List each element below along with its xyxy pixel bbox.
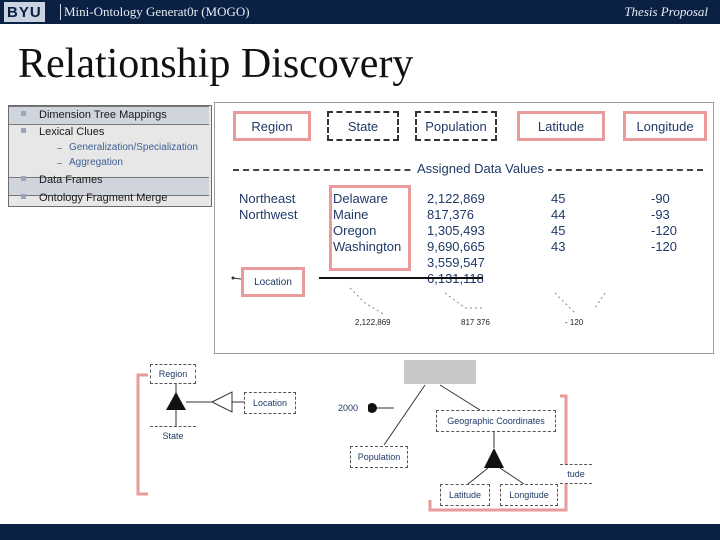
- gray-placeholder-box: [404, 360, 476, 384]
- generalization-triangle: [166, 392, 186, 410]
- aggregation-triangle-dark: [484, 448, 504, 468]
- population-node: Population: [350, 446, 408, 468]
- latitude-node: Latitude: [440, 484, 490, 506]
- tree-line: [467, 467, 489, 485]
- footer-bar: [0, 524, 720, 540]
- partial-node: tude: [560, 464, 592, 484]
- longitude-node: Longitude: [500, 484, 558, 506]
- year-dot: [367, 403, 377, 413]
- red-bracket: [136, 373, 148, 496]
- aggregation-triangle: [210, 391, 233, 413]
- state-node: State: [150, 426, 196, 444]
- year-label: 2000: [338, 401, 368, 415]
- location-node: Location: [244, 392, 296, 414]
- population-line: [383, 384, 426, 446]
- geographic-coordinates-node: Geographic Coordinates: [436, 410, 556, 432]
- geo-line: [439, 384, 481, 411]
- tree-line: [499, 467, 525, 485]
- region-node: Region: [150, 364, 196, 384]
